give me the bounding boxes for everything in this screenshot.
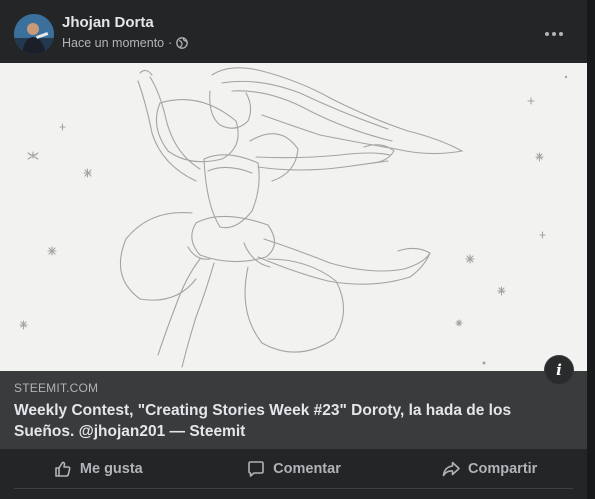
post-actions: Me gusta Comentar Compartir <box>0 449 587 489</box>
post-meta: Hace un momento · <box>62 36 189 50</box>
like-button[interactable]: Me gusta <box>0 449 196 489</box>
more-dots-icon[interactable] <box>538 22 570 46</box>
thumbs-up-icon <box>55 461 71 477</box>
link-preview-image[interactable] <box>0 63 587 371</box>
avatar[interactable] <box>14 14 54 54</box>
author-name[interactable]: Jhojan Dorta <box>62 14 154 31</box>
bottom-divider <box>14 488 573 489</box>
meta-separator: · <box>168 36 173 50</box>
link-title[interactable]: Weekly Contest, "Creating Stories Week #… <box>14 400 574 442</box>
globe-icon[interactable] <box>176 37 189 49</box>
share-button[interactable]: Compartir <box>391 449 587 489</box>
post-card: Jhojan Dorta Hace un momento · STEEMIT.C… <box>0 0 595 499</box>
comment-icon <box>248 461 264 477</box>
info-icon[interactable]: i <box>544 355 574 385</box>
page-edge <box>587 0 595 499</box>
share-icon <box>442 461 460 477</box>
link-preview[interactable]: STEEMIT.COM Weekly Contest, "Creating St… <box>0 371 587 449</box>
like-label: Me gusta <box>79 461 143 477</box>
link-domain: STEEMIT.COM <box>14 381 99 395</box>
post-header: Jhojan Dorta Hace un momento · <box>0 0 587 63</box>
post-timestamp[interactable]: Hace un momento <box>62 36 164 50</box>
comment-button[interactable]: Comentar <box>196 449 392 489</box>
comment-label: Comentar <box>273 461 341 477</box>
share-label: Compartir <box>468 461 538 477</box>
